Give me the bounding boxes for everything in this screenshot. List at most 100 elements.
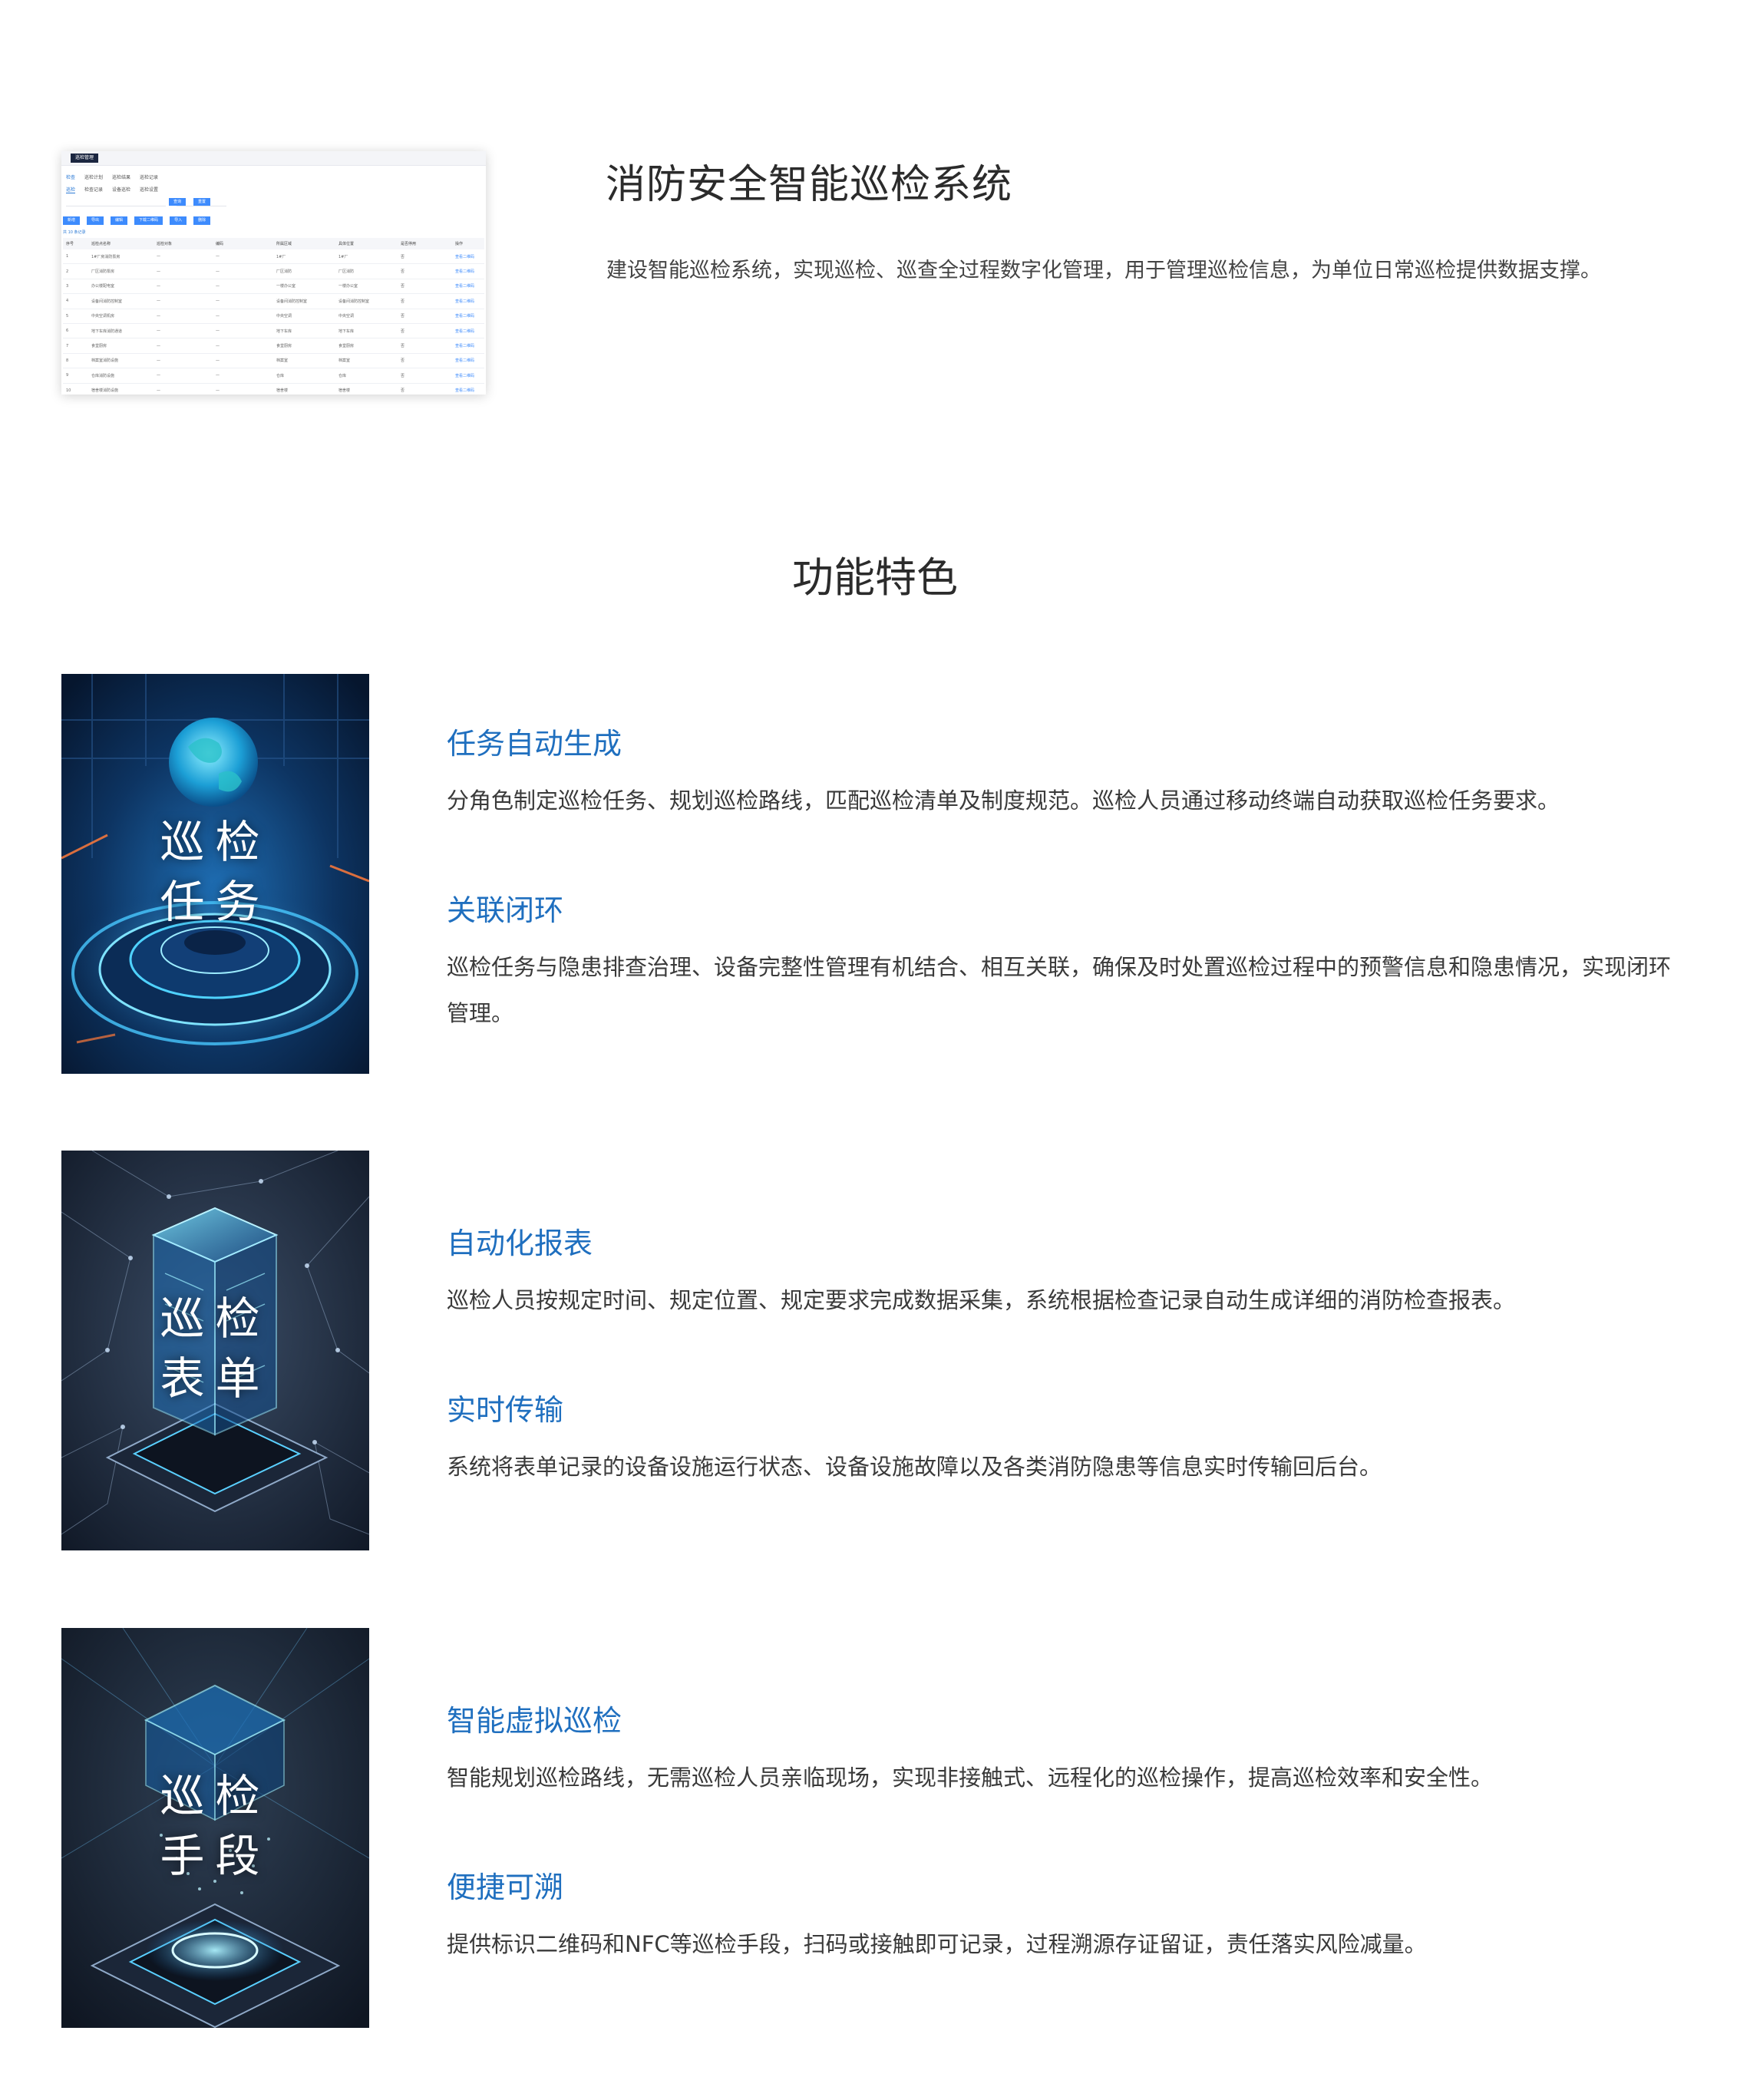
table-cell: 仓库	[273, 368, 335, 384]
table-cell: 仓库消防设施	[88, 368, 154, 384]
preview-search-button[interactable]: 查询	[169, 198, 186, 206]
preview-subtabs: 巡检 检查记录 设备巡检 巡检设置	[66, 186, 158, 193]
table-cell: —	[213, 309, 273, 324]
table-row: 6 地下车库消防通道 — — 地下车库 地下车库否查看二维码	[63, 323, 484, 339]
table-cell: —	[213, 249, 273, 265]
feature-description: 智能规划巡检路线，无需巡检人员亲临现场，实现非接触式、远程化的巡检操作，提高巡检…	[447, 1765, 1494, 1791]
preview-brand: 巡检管理	[71, 154, 99, 163]
preview-action-bar: 新增 导出 编辑 下载二维码 导入 删除	[63, 216, 211, 225]
table-cell: 6	[63, 323, 88, 339]
table-row: 2 厂区消防泵房 — — 厂区消防 厂区消防否查看二维码	[63, 263, 484, 279]
view-qrcode-link[interactable]: 查看二维码	[452, 249, 484, 265]
table-cell: —	[213, 323, 273, 339]
table-cell: 2	[63, 263, 88, 279]
table-cell: 否	[398, 293, 452, 309]
view-qrcode-link[interactable]: 查看二维码	[452, 383, 484, 395]
view-qrcode-link[interactable]: 查看二维码	[452, 368, 484, 384]
table-cell: 1#厂房消防泵房	[88, 249, 154, 265]
image-label-line: 巡检	[160, 816, 271, 868]
table-cell: 否	[398, 323, 452, 339]
image-label-line: 巡检	[160, 1770, 271, 1822]
table-cell: —	[154, 263, 213, 279]
table-cell: 厂区消防	[335, 263, 398, 279]
preview-col-header: 巡检点名称	[88, 238, 154, 249]
view-qrcode-link[interactable]: 查看二维码	[452, 293, 484, 309]
preview-action-button[interactable]: 导入	[170, 216, 187, 225]
table-cell: 一楼办公室	[273, 279, 335, 295]
table-cell: —	[213, 368, 273, 384]
table-cell: 地下车库	[273, 323, 335, 339]
table-cell: 否	[398, 263, 452, 279]
table-cell: 否	[398, 338, 452, 354]
feature-title: 关联闭环	[447, 893, 564, 927]
view-qrcode-link[interactable]: 查看二维码	[452, 353, 484, 369]
table-cell: 1#厂	[273, 249, 335, 265]
table-cell: 宿舍楼	[335, 383, 398, 395]
patrol-method-illustration: 巡检 手段	[61, 1628, 369, 2028]
feature-title: 任务自动生成	[447, 727, 622, 761]
table-cell: —	[154, 368, 213, 384]
table-cell: 厂区消防泵房	[88, 263, 154, 279]
table-row: 8 档案室消防设施 — — 档案室 档案室否查看二维码	[63, 353, 484, 369]
feature-title: 智能虚拟巡检	[447, 1704, 622, 1738]
table-cell: 办公楼配电室	[88, 279, 154, 295]
table-cell: —	[213, 279, 273, 295]
feature-description: 分角色制定巡检任务、规划巡检路线，匹配巡检清单及制度规范。巡检人员通过移动终端自…	[447, 788, 1560, 814]
preview-tab[interactable]: 巡检结果	[112, 173, 130, 180]
view-qrcode-link[interactable]: 查看二维码	[452, 309, 484, 324]
table-cell: —	[213, 383, 273, 395]
table-row: 7 食堂厨房 — — 食堂厨房 食堂厨房否查看二维码	[63, 338, 484, 354]
view-qrcode-link[interactable]: 查看二维码	[452, 279, 484, 295]
feature-title: 便捷可溯	[447, 1871, 564, 1904]
table-row: 5 中央空调机房 — — 中央空调 中央空调否查看二维码	[63, 309, 484, 324]
preview-tab[interactable]: 检查	[66, 173, 75, 180]
table-cell: 否	[398, 249, 452, 265]
preview-tab[interactable]: 巡检计划	[84, 173, 103, 180]
preview-action-button[interactable]: 下载二维码	[134, 216, 163, 225]
preview-subtab[interactable]: 设备巡检	[112, 186, 130, 193]
table-cell: 档案室消防设施	[88, 353, 154, 369]
table-cell: 设备间消防控制室	[335, 293, 398, 309]
preview-filter-input[interactable]	[66, 200, 166, 206]
table-cell: 8	[63, 353, 88, 369]
patrol-task-illustration: 巡检 任务	[61, 674, 369, 1074]
patrol-form-illustration: 巡检 表单	[61, 1151, 369, 1550]
table-cell: 地下车库消防通道	[88, 323, 154, 339]
table-cell: 1#厂	[335, 249, 398, 265]
preview-subtab[interactable]: 巡检设置	[140, 186, 158, 193]
table-cell: 否	[398, 353, 452, 369]
preview-action-button[interactable]: 删除	[193, 216, 211, 225]
preview-subtab[interactable]: 巡检	[66, 186, 76, 193]
table-cell: 食堂厨房	[335, 338, 398, 354]
table-cell: 1	[63, 249, 88, 265]
preview-col-header: 操作	[452, 238, 484, 249]
table-row: 1 1#厂房消防泵房 — —1#厂 1#厂否查看二维码	[63, 249, 484, 265]
table-cell: 厂区消防	[273, 263, 335, 279]
preview-reset-button[interactable]: 重置	[193, 198, 210, 206]
preview-tabs: 检查 巡检计划 巡检结果 巡检记录	[66, 173, 158, 180]
table-cell: 中央空调机房	[88, 309, 154, 324]
view-qrcode-link[interactable]: 查看二维码	[452, 338, 484, 354]
table-cell: 设备间消防控制室	[88, 293, 154, 309]
table-cell: —	[213, 353, 273, 369]
preview-tab[interactable]: 巡检记录	[140, 173, 158, 180]
preview-table: 序号 巡检点名称 巡检对象 编码 所属区域 具体位置 是否停用 操作 1 1#厂房…	[63, 238, 484, 395]
preview-action-button[interactable]: 编辑	[111, 216, 128, 225]
view-qrcode-link[interactable]: 查看二维码	[452, 263, 484, 279]
table-cell: 10	[63, 383, 88, 395]
table-cell: 档案室	[273, 353, 335, 369]
table-cell: —	[154, 309, 213, 324]
view-qrcode-link[interactable]: 查看二维码	[452, 323, 484, 339]
preview-action-button[interactable]: 新增	[63, 216, 81, 225]
preview-action-button[interactable]: 导出	[87, 216, 104, 225]
patrol-method-label: 巡检 手段	[61, 1766, 369, 1886]
table-cell: 7	[63, 338, 88, 354]
preview-hint: 共 10 条记录	[63, 230, 86, 235]
feature-title: 实时传输	[447, 1393, 564, 1427]
table-cell: —	[154, 383, 213, 395]
system-screenshot-preview: 巡检管理 检查 巡检计划 巡检结果 巡检记录 巡检 检查记录 设备巡检 巡检设置…	[61, 151, 486, 395]
table-cell: —	[213, 293, 273, 309]
preview-col-header: 所属区域	[273, 238, 335, 249]
preview-subtab[interactable]: 检查记录	[84, 186, 103, 193]
table-cell: 9	[63, 368, 88, 384]
